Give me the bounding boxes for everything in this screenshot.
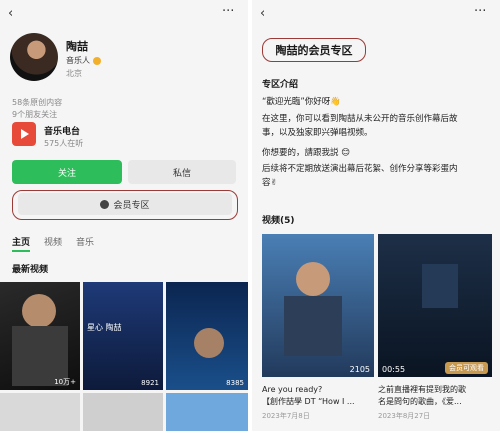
avatar[interactable] <box>10 33 58 81</box>
person-icon <box>100 199 110 209</box>
video-thumbnail[interactable] <box>166 393 248 431</box>
member-zone-panel: ‹ ··· 陶喆的会员专区 专区介绍 “歡迎光臨”你好呀👋 在这里，你可以看到陶… <box>252 0 500 431</box>
video-card-thumbnail[interactable]: 2105 <box>262 234 374 377</box>
artist-role: 音乐人 <box>66 55 101 66</box>
thumbnail-caption: 星心 陶喆 <box>87 323 122 332</box>
tab-video[interactable]: 视频 <box>44 235 62 252</box>
intro-line: “歡迎光臨”你好呀👋 <box>262 97 341 107</box>
more-icon[interactable]: ··· <box>474 4 486 19</box>
video-date: 2023年8月27日 <box>378 412 431 420</box>
original-count: 58条原创内容 <box>12 98 63 107</box>
video-thumbnail[interactable]: 星心 陶喆 8921 <box>83 282 163 390</box>
member-zone-button[interactable]: 会员专区 <box>18 193 232 215</box>
video-title[interactable]: 之前直播裡有提到我的歌 <box>378 384 492 395</box>
video-thumbnail[interactable] <box>83 393 163 431</box>
member-only-tag: 会员可观看 <box>445 362 488 374</box>
video-thumbnail[interactable]: 8385 <box>166 282 248 390</box>
message-button[interactable]: 私信 <box>128 160 236 184</box>
latest-videos-title: 最新视频 <box>12 265 49 275</box>
video-subtitle[interactable]: 【創作喆學 DT “How I ... <box>262 396 376 407</box>
intro-line: 事，以及独家即兴弹唱视频。 <box>262 128 373 138</box>
friends-following[interactable]: 9个朋友关注 <box>12 109 57 120</box>
artist-name: 陶喆 <box>66 40 88 53</box>
intro-line: 在这里，你可以看到陶喆从未公开的音乐创作幕后故 <box>262 114 458 124</box>
videos-heading: 视频(5) <box>262 216 295 226</box>
more-icon[interactable]: ··· <box>222 4 234 19</box>
tab-home[interactable]: 主页 <box>12 235 31 252</box>
back-icon[interactable]: ‹ <box>260 6 265 21</box>
play-count: 2105 <box>349 365 370 374</box>
video-thumbnail[interactable] <box>0 393 80 431</box>
intro-heading: 专区介绍 <box>262 80 299 90</box>
role-label: 音乐人 <box>66 56 90 65</box>
video-duration: 00:55 <box>382 365 406 374</box>
follow-button[interactable]: 关注 <box>12 160 122 184</box>
artist-location: 北京 <box>66 69 82 78</box>
intro-line: 你想要的，請跟我説 😊 <box>262 148 351 158</box>
tab-music[interactable]: 音乐 <box>76 235 94 252</box>
intro-line: 容✌ <box>262 178 278 188</box>
video-card-thumbnail[interactable]: 00:55 会员可观看 <box>378 234 492 377</box>
video-thumbnail[interactable]: 10万+ <box>0 282 80 390</box>
radio-title[interactable]: 音乐电台 <box>44 124 80 137</box>
intro-line: 后续将不定期放送演出幕后花絮、创作分享等彩蛋内 <box>262 164 458 174</box>
video-date: 2023年7月8日 <box>262 412 310 420</box>
profile-tabs: 主页 视频 音乐 <box>12 235 94 252</box>
back-icon[interactable]: ‹ <box>8 6 13 21</box>
video-title[interactable]: Are you ready? <box>262 384 376 395</box>
play-count: 8385 <box>226 379 244 387</box>
member-zone-label: 会员专区 <box>113 200 150 211</box>
page-title: 陶喆的会员专区 <box>262 38 366 62</box>
video-subtitle[interactable]: 名是問句的歌曲，《爱... <box>378 396 492 407</box>
radio-play-icon[interactable] <box>12 122 36 146</box>
play-count: 8921 <box>141 379 159 387</box>
verified-badge-icon <box>93 56 101 65</box>
play-count: 10万+ <box>54 378 76 386</box>
artist-profile-panel: ‹ ··· 陶喆 音乐人 北京 58条原创内容 9个朋友关注 音乐电台 575人… <box>0 0 248 431</box>
radio-listeners: 575人在听 <box>44 139 84 148</box>
